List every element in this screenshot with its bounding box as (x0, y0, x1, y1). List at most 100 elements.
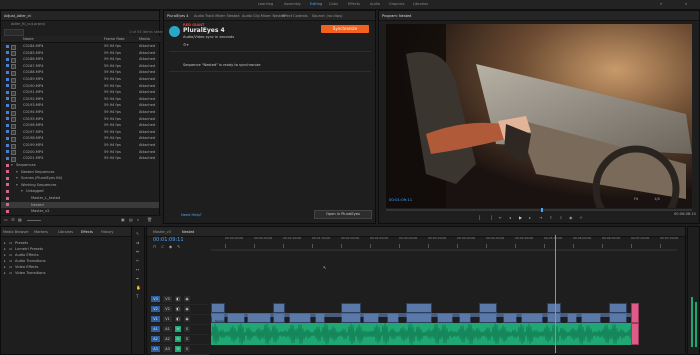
tab-source[interactable]: Source: (no clips) (312, 14, 342, 18)
clip-label-color[interactable] (6, 150, 9, 154)
clip-row[interactable]: C0194.MP4 59.94 fps Attached (1, 109, 159, 116)
mute-button[interactable]: M (175, 346, 181, 352)
monitor-scrubber[interactable] (386, 208, 692, 212)
playhead-indicator[interactable] (541, 208, 543, 212)
mark-in-icon[interactable]: ▏ (479, 215, 482, 220)
tab-history[interactable]: History (101, 230, 113, 234)
razor-tool-icon[interactable]: ✂ (136, 258, 139, 263)
track-source-patch[interactable]: A1 (151, 326, 160, 332)
bin-label-color[interactable] (6, 163, 9, 167)
track-target[interactable]: A3 (163, 346, 172, 352)
bin-tree-item[interactable]: ▾ Nested Sequences (1, 169, 159, 175)
bin-label-color[interactable] (6, 209, 9, 213)
mark-out-icon[interactable]: ▕ (489, 215, 492, 220)
bin-label-color[interactable] (6, 183, 9, 187)
video-clip[interactable] (211, 303, 225, 313)
clip-label-color[interactable] (6, 110, 9, 114)
clip-label-color[interactable] (6, 90, 9, 94)
workspace-tab-audio[interactable]: Audio (370, 2, 380, 6)
track-target[interactable]: V1 (163, 316, 172, 322)
workspace-tab-color[interactable]: Color (329, 2, 338, 6)
video-clip[interactable] (479, 303, 497, 313)
marker-icon[interactable]: ◆ (169, 244, 172, 249)
bin-label-color[interactable] (6, 176, 9, 180)
tab-markers[interactable]: Markers (34, 230, 48, 234)
track-source-patch[interactable]: A2 (151, 336, 160, 342)
clip-label-color[interactable] (6, 70, 9, 74)
go-to-in-icon[interactable]: ⇤ (499, 215, 502, 220)
solo-button[interactable]: S (184, 336, 190, 342)
track-source-patch[interactable]: V1 (151, 316, 160, 322)
clip-label-color[interactable] (6, 64, 9, 68)
clip-label-color[interactable] (6, 156, 9, 160)
play-icon[interactable]: ▶ (519, 215, 522, 220)
solo-button[interactable]: S (184, 346, 190, 352)
pink-audio-clip[interactable] (631, 323, 639, 345)
icon-view-icon[interactable]: ▦ (18, 217, 22, 222)
wrench-icon[interactable]: ✎ (177, 244, 180, 249)
time-ruler[interactable]: 00:00:00:00 00:00:30:00 00:01:00:00 00:01:3… (211, 235, 678, 250)
video-clip[interactable] (547, 303, 561, 313)
selection-tool-icon[interactable]: ↖ (136, 231, 139, 236)
ripple-edit-tool-icon[interactable]: ⇹ (136, 249, 139, 254)
track-source-patch[interactable]: A3 (151, 346, 160, 352)
workspace-tab-graphics[interactable]: Graphics (389, 2, 404, 6)
lock-track-icon[interactable]: ◧ (175, 296, 181, 302)
video-clip[interactable] (609, 303, 627, 313)
track-source-patch[interactable]: V3 (151, 296, 160, 302)
clip-row[interactable]: C0190.MP4 59.94 fps Attached (1, 83, 159, 90)
disclosure-triangle-icon[interactable]: ▸ (4, 265, 6, 269)
disclosure-triangle-icon[interactable]: ▾ (21, 189, 23, 193)
zoom-level[interactable]: Fit (634, 197, 638, 201)
disclosure-triangle-icon[interactable]: ▸ (4, 253, 6, 257)
disclosure-triangle-icon[interactable]: ▸ (4, 271, 6, 275)
search-input[interactable] (4, 29, 24, 36)
video-clip-strip[interactable] (211, 313, 631, 317)
effects-folder[interactable]: ▸ ▭ Video Transitions (1, 271, 141, 277)
new-item-icon[interactable]: ▤ (129, 217, 133, 222)
workspace-tab-assembly[interactable]: Assembly (284, 2, 301, 6)
step-forward-icon[interactable]: ▸ (529, 215, 531, 220)
track-target[interactable]: A1 (163, 326, 172, 332)
clip-row[interactable]: C0193.MP4 59.94 fps Attached (1, 102, 159, 109)
disclosure-triangle-icon[interactable]: ▸ (4, 259, 6, 263)
bin-tree-item[interactable]: ▾ Sequences (1, 162, 159, 168)
workspaces-menu-icon[interactable]: » (660, 1, 662, 6)
clip-row[interactable]: C0195.MP4 59.94 fps Attached (1, 116, 159, 123)
settings-gear-icon[interactable]: ⚙▾ (183, 42, 189, 47)
pink-clip[interactable] (631, 303, 639, 323)
program-timecode[interactable]: 00:01:09:11 (389, 197, 412, 202)
slip-tool-icon[interactable]: ↔ (136, 267, 139, 272)
bin-label-color[interactable] (6, 189, 9, 193)
tracks-area[interactable]: Nested (211, 293, 677, 353)
project-tab[interactable]: Adjust_Adler_ct (4, 14, 31, 18)
video-clip[interactable] (341, 303, 361, 313)
program-tab[interactable]: Program: Nested (382, 14, 411, 18)
tab-sequence-nested[interactable]: Nested (182, 230, 194, 234)
clip-label-color[interactable] (6, 77, 9, 81)
clip-label-color[interactable] (6, 44, 9, 48)
step-back-icon[interactable]: ◂ (509, 215, 511, 220)
work-area-bar[interactable] (211, 249, 677, 251)
workspace-tab-learning[interactable]: Learning (258, 2, 273, 6)
synchronize-button[interactable]: Synchronize (321, 25, 369, 33)
disclosure-triangle-icon[interactable]: ▾ (16, 170, 18, 174)
new-bin-icon[interactable]: ▣ (121, 217, 125, 222)
clip-row[interactable]: C0185.MP4 59.94 fps Attached (1, 50, 159, 57)
track-select-tool-icon[interactable]: ⇉ (136, 240, 139, 245)
clip-label-color[interactable] (6, 136, 9, 140)
track-source-patch[interactable]: V2 (151, 306, 160, 312)
timeline-playhead[interactable] (555, 235, 556, 353)
lock-track-icon[interactable]: ◧ (175, 316, 181, 322)
workspace-tab-libraries[interactable]: Libraries (413, 2, 428, 6)
toggle-output-icon[interactable]: ◉ (184, 316, 190, 322)
clip-row[interactable]: C0187.MP4 59.94 fps Attached (1, 63, 159, 70)
tab-pluraleyes[interactable]: PluralEyes 4 (167, 14, 188, 18)
search-bin-icon[interactable]: ⌕ (137, 217, 139, 222)
clip-label-color[interactable] (6, 97, 9, 101)
mute-button[interactable]: M (175, 326, 181, 332)
timeline-timecode[interactable]: 00:01:09:11 (153, 237, 184, 243)
clip-row[interactable]: C0188.MP4 59.94 fps Attached (1, 69, 159, 76)
clip-row[interactable]: C0200.MP4 59.94 fps Attached (1, 149, 159, 156)
video-clip[interactable] (406, 303, 432, 313)
